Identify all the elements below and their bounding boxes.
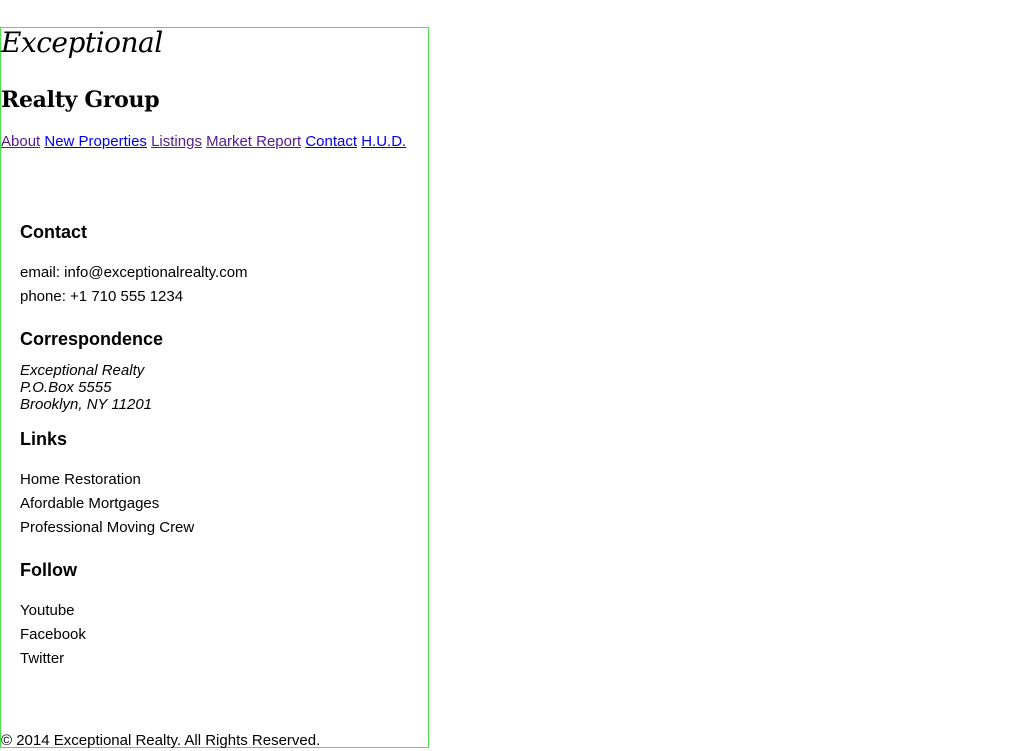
contact-heading: Contact <box>20 222 87 242</box>
correspondence-heading: Correspondence <box>20 329 164 349</box>
link-moving-crew[interactable]: Professional Moving Crew <box>20 516 420 540</box>
nav-link-market-report[interactable]: Market Report <box>206 133 301 150</box>
nav-link-about[interactable]: About <box>1 133 40 150</box>
follow-facebook[interactable]: Facebook <box>20 623 420 647</box>
correspondence-name: Exceptional Realty <box>20 362 145 379</box>
main-nav: About New Properties Listings Market Rep… <box>1 132 406 152</box>
link-affordable-mortgages[interactable]: Afordable Mortgages <box>20 492 420 516</box>
follow-youtube[interactable]: Youtube <box>20 599 420 623</box>
copyright: © 2014 Exceptional Realty. All Rights Re… <box>1 732 321 749</box>
nav-link-new-properties[interactable]: New Properties <box>44 133 147 150</box>
nav-link-contact[interactable]: Contact <box>305 133 357 150</box>
follow-heading: Follow <box>20 560 77 580</box>
correspondence-city: Brooklyn, NY 11201 <box>20 396 153 413</box>
footer-info: Contact email: info@exceptionalrealty.co… <box>20 220 420 671</box>
nav-link-hud[interactable]: H.U.D. <box>361 133 406 150</box>
links-heading: Links <box>20 429 68 449</box>
contact-phone: phone: +1 710 555 1234 <box>20 288 184 305</box>
brand-logo-title: Realty Group <box>1 87 160 113</box>
brand-logo-script: Exceptional <box>1 26 163 59</box>
link-home-restoration[interactable]: Home Restoration <box>20 468 420 492</box>
nav-link-listings[interactable]: Listings <box>151 133 202 150</box>
correspondence-pobox: P.O.Box 5555 <box>20 379 112 396</box>
contact-email: email: info@exceptionalrealty.com <box>20 264 248 281</box>
follow-twitter[interactable]: Twitter <box>20 647 420 671</box>
